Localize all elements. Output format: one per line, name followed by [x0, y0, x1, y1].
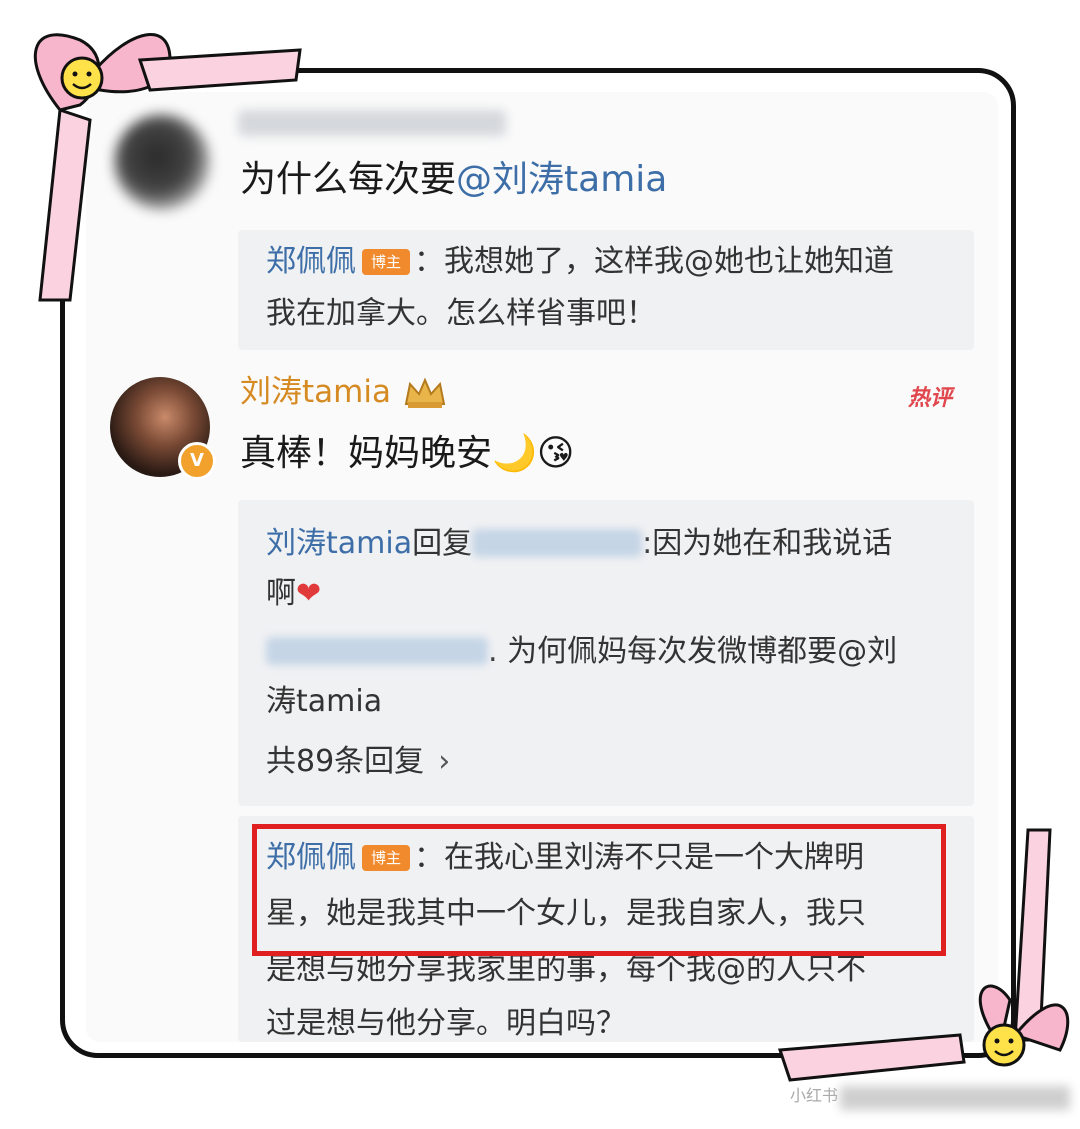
quoted-reply-line-1: 郑佩佩 博主 ：我想她了，这样我@她也让她知道 [266, 242, 894, 282]
thread-reply-2-line-2: 涛tamia [266, 684, 383, 719]
quoted-reply-box: 郑佩佩 博主 ：我想她了，这样我@她也让她知道 我在加拿大。怎么样省事吧！ [238, 230, 974, 350]
verified-badge-icon: V [178, 442, 216, 480]
quoted-reply-line-2: 我在加拿大。怎么样省事吧！ [266, 296, 656, 331]
chevron-right-icon: › [438, 744, 451, 779]
blurred-watermark [840, 1086, 1070, 1110]
crown-icon [404, 377, 446, 408]
quoted-reply-2-line-4: 过是想与他分享。明白吗？ [266, 1006, 626, 1041]
thread-reply-2-text: . 为何佩妈每次发微博都要@刘 [488, 634, 898, 669]
thread-reply-2: . 为何佩妈每次发微博都要@刘 [266, 632, 897, 672]
hot-comment-label: 热评 [908, 386, 953, 411]
moon-emoji-icon: 🌙 [492, 433, 537, 474]
reply-text-body: 真棒！妈妈晚安 [240, 433, 493, 474]
reply-author-name[interactable]: 刘涛tamia [240, 372, 391, 412]
reply-text: ：我想她了，这样我@她也让她知道 [414, 244, 894, 279]
blogger-badge: 博主 [362, 249, 410, 275]
kiss-emoji-icon: 😘 [536, 433, 575, 474]
ribbon-bow-decoration-top-left [33, 33, 302, 302]
reply-word: 回复 [412, 526, 473, 561]
thread-reply-text-cont: 啊 [266, 576, 296, 611]
reply-text: 真棒！妈妈晚安🌙😘 [240, 432, 574, 476]
blurred-username [266, 637, 488, 665]
mention-link[interactable]: @刘涛tamia [456, 159, 667, 200]
heart-icon: ❤ [296, 576, 322, 611]
blurred-username [472, 529, 643, 557]
ribbon-bow-decoration-bottom-right [777, 828, 1070, 1082]
thread-reply-1: 刘涛tamia回复 :因为她在和我说话 [266, 524, 892, 564]
view-more-replies-link[interactable]: 共89条回复 › [266, 742, 450, 782]
thread-reply-text: :因为她在和我说话 [642, 526, 893, 561]
thread-reply-1-line-2: 啊❤ [266, 574, 321, 614]
thread-reply-username[interactable]: 刘涛tamia [266, 526, 412, 561]
view-more-label: 共89条回复 [266, 744, 425, 779]
watermark-text: 小红书 [790, 1086, 839, 1105]
reply-thread-box: 刘涛tamia回复 :因为她在和我说话 啊❤ . 为何佩妈每次发微博都要@刘 涛t… [238, 500, 974, 806]
